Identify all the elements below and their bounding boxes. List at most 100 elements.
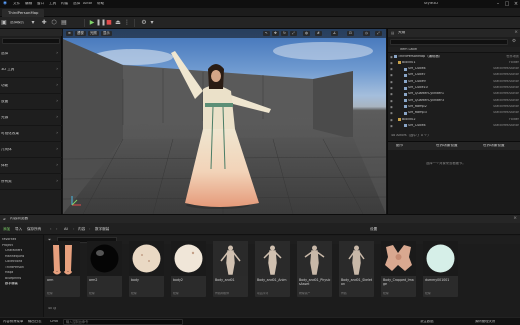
close-icon[interactable]: × [512,1,520,7]
menu-actor[interactable]: Actor [83,2,92,6]
menu-tools[interactable]: 工具 [49,2,56,6]
menu-edit[interactable]: 编辑 [25,2,32,6]
back-icon[interactable]: ‹ [50,226,51,232]
content-browser-title[interactable]: 内容浏览器 [10,217,28,221]
lighting-button[interactable]: 光照 [88,31,99,36]
world-space-icon[interactable]: ◍ [303,31,310,36]
camera-speed-icon[interactable]: ◷ [363,31,370,36]
category-label[interactable]: 可视化效果 [1,132,19,136]
visibility-icon[interactable]: ◉ [390,80,393,84]
mode-dropdown[interactable]: 选择模式 [10,21,24,25]
folder-tree-item[interactable]: Maps [5,271,13,274]
folder-tree-item[interactable]: Collections [5,260,22,263]
close-icon[interactable]: × [513,216,517,221]
source-control-button[interactable]: 源码管理关闭 [475,320,495,323]
content-drawer-button[interactable]: 内容侧滑菜单 [3,320,23,323]
pause-icon[interactable]: ❚❚ [96,19,106,27]
folder-tree-item[interactable]: 数字服装 [5,282,18,285]
outliner-row[interactable]: ◉ SM_Cube9 StaticMeshActor [388,79,520,84]
folder-tree-item[interactable]: Characters [5,249,22,252]
asset-tile[interactable]: Body_Cropped_Image 纹理 [381,241,416,297]
outliner-row[interactable]: ◉ Block01 Folder [388,60,520,65]
maximize-icon[interactable]: □ [503,1,511,7]
more-options-icon[interactable]: ⋮ [123,19,131,27]
visibility-icon[interactable]: ◉ [390,118,393,122]
minimize-icon[interactable]: – [494,1,502,7]
folder-tree-item[interactable]: Blueprints [5,277,21,280]
asset-tile[interactable]: dummy001001 纹理 [423,241,458,297]
scale-snap-icon[interactable]: ⊡ [347,31,354,36]
move-tool-icon[interactable]: ✥ [272,31,279,36]
stop-icon[interactable]: ■ [105,19,113,27]
column-header[interactable]: Item Label [400,48,417,51]
grid-snap-icon[interactable]: # [315,31,322,36]
outliner-search-input[interactable] [390,39,508,45]
visibility-icon[interactable]: ◉ [390,73,393,77]
path-folder[interactable]: 数字服装 [95,226,109,232]
asset-tile[interactable]: body 纹理 [129,241,164,297]
settings-button[interactable]: 设置 [370,226,377,232]
asset-tile[interactable]: Body_and01_Skeleton 骨骼 [339,241,374,297]
menu-window[interactable]: 窗口 [37,2,44,6]
folder-tree-item[interactable]: Favorites [2,238,16,241]
console-command-input[interactable] [63,319,183,325]
derived-data-button[interactable]: 派生数据 [420,320,434,323]
asset-tile[interactable]: Body_and01 骨骼网格体 [213,241,248,297]
chevron-down-icon[interactable]: ▾ [29,19,37,27]
show-button[interactable]: 显示 [101,31,112,36]
scale-tool-icon[interactable]: ⤢ [290,31,297,36]
view-mode-button[interactable]: 透视 [75,31,86,36]
play-icon[interactable]: ▶ [88,19,96,27]
menu-file[interactable]: 文件 [13,2,20,6]
tab-world-settings[interactable]: 世界场景设置 [436,144,458,148]
outliner-row[interactable]: ◉ SM_Cube7 StaticMeshActor [388,73,520,78]
search-input[interactable] [2,38,60,44]
visibility-icon[interactable]: ◉ [390,55,393,59]
menu-help[interactable]: 帮助 [97,2,104,6]
select-tool-icon[interactable]: ↖ [263,31,270,36]
tab-details[interactable]: 细节 [396,144,403,148]
category-label[interactable]: 光源 [1,116,8,120]
eject-icon[interactable]: ⏏ [114,19,122,27]
folder-tree-item[interactable]: Mannequins [5,255,24,258]
outliner-row[interactable]: ◉ ThirdPersonMap（编辑器） 世界场景 [388,54,520,59]
outliner-row[interactable]: ◉ SM_Ramp3 StaticMeshActor [388,111,520,116]
import-button[interactable]: 导入 [15,226,22,232]
category-label[interactable]: 几何体 [1,148,12,152]
visibility-icon[interactable]: ◉ [390,111,393,115]
tab-world-settings-2[interactable]: 世界场景设置 [483,144,505,148]
rotation-snap-icon[interactable]: ∠ [331,31,339,36]
category-label[interactable]: 3D 工具 [1,68,14,72]
visibility-icon[interactable]: ◉ [390,67,393,71]
visibility-icon[interactable]: ◉ [390,61,393,65]
maximize-viewport-icon[interactable]: ⤢ [375,31,382,36]
outliner-row[interactable]: ◉ SM_QuarterCylinder3 StaticMeshActor [388,98,520,103]
rotate-tool-icon[interactable]: ↻ [281,31,288,36]
outliner-row[interactable]: ◉ SM_Cube10 StaticMeshActor [388,86,520,91]
outliner-row[interactable]: ◉ SM_Ramp2 StaticMeshActor [388,104,520,109]
path-root[interactable]: All [64,226,68,232]
level-viewport[interactable]: ≡ 透视 光照 显示 ↖ ✥ ↻ ⤢ ◍ # ∠ ⊡ ◷ ⤢ [63,29,386,214]
category-label[interactable]: 所有类 [1,180,12,184]
folder-tree-item[interactable]: Project [2,244,13,247]
blueprint-icon[interactable]: ⬡ [50,19,58,27]
settings-icon[interactable]: ⚙ [512,39,516,44]
asset-tile[interactable]: arm2 纹理 [87,241,122,297]
add-actor-icon[interactable]: ✚ [40,19,48,27]
path-content[interactable]: 内容 [78,226,85,232]
outliner-row[interactable]: ◉ Block02 Folder [388,117,520,122]
chevron-down-icon[interactable]: ▾ [148,19,156,27]
viewport-options-icon[interactable]: ≡ [66,31,73,36]
output-log-button[interactable]: 输出日志 [28,320,42,323]
save-icon[interactable]: ▣ [0,19,8,27]
outliner-row[interactable]: ◉ SM_Cube4 StaticMeshActor [388,67,520,72]
visibility-icon[interactable]: ◉ [390,124,393,128]
category-label[interactable]: 放置 [1,100,8,104]
tab-level[interactable]: ThirdPersonMap [2,9,45,17]
folder-tree-item[interactable]: ThirdPerson [5,266,24,269]
cmd-dropdown[interactable]: Cmd [50,320,58,323]
save-all-button[interactable]: 保存所有 [27,226,41,232]
asset-tile[interactable]: Body_and01_PhysicsAsset 物理资产 [297,241,332,297]
cinematics-icon[interactable]: ▤ [60,19,68,27]
visibility-icon[interactable]: ◉ [390,105,393,109]
